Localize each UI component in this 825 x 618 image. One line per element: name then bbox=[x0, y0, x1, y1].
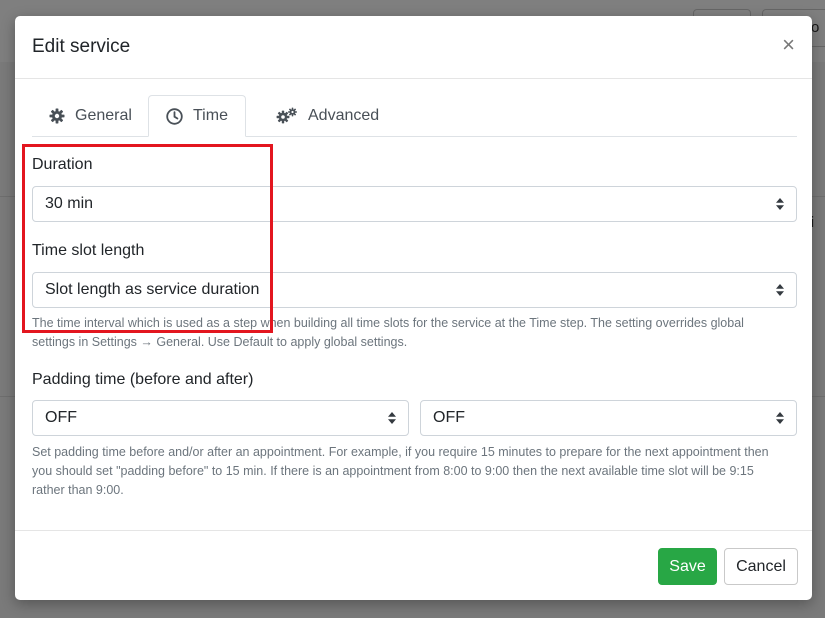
select-caret-icon bbox=[776, 198, 784, 210]
highlight-annotation-box bbox=[22, 144, 273, 333]
save-button[interactable]: Save bbox=[658, 548, 717, 585]
tab-bar: General Time Advanced bbox=[32, 95, 797, 137]
help-line: settings in Settings → General. Use Defa… bbox=[32, 335, 408, 349]
clock-icon bbox=[166, 107, 183, 125]
select-caret-icon bbox=[776, 412, 784, 424]
padding-after-value: OFF bbox=[433, 409, 465, 426]
modal-footer-divider bbox=[15, 530, 812, 531]
gear-icon bbox=[49, 108, 65, 123]
close-button[interactable]: × bbox=[782, 34, 795, 56]
padding-before-value: OFF bbox=[45, 409, 77, 426]
tab-advanced-label: Advanced bbox=[308, 106, 380, 124]
help-line: Set padding time before and/or after an … bbox=[32, 445, 769, 459]
help-line: rather than 9:00. bbox=[32, 483, 124, 497]
cancel-button[interactable]: Cancel bbox=[724, 548, 798, 585]
select-caret-icon bbox=[388, 412, 396, 424]
help-line: you should set "padding before" to 15 mi… bbox=[32, 464, 754, 478]
tab-general-label: General bbox=[75, 106, 132, 124]
tab-time-label: Time bbox=[193, 107, 228, 124]
tab-time[interactable]: Time bbox=[148, 95, 246, 137]
modal-title: Edit service bbox=[32, 36, 131, 57]
gears-icon bbox=[276, 107, 297, 124]
padding-help: Set padding time before and/or after an … bbox=[32, 443, 769, 500]
padding-before-select[interactable]: OFF bbox=[32, 400, 409, 436]
padding-after-select[interactable]: OFF bbox=[420, 400, 797, 436]
tab-general[interactable]: General bbox=[32, 95, 149, 136]
select-caret-icon bbox=[776, 284, 784, 296]
modal-header: Edit service × bbox=[15, 16, 812, 79]
padding-label: Padding time (before and after) bbox=[32, 371, 254, 388]
edit-service-modal: Edit service × General Time Advanced Dur… bbox=[15, 16, 812, 600]
tab-advanced[interactable]: Advanced bbox=[259, 95, 396, 136]
